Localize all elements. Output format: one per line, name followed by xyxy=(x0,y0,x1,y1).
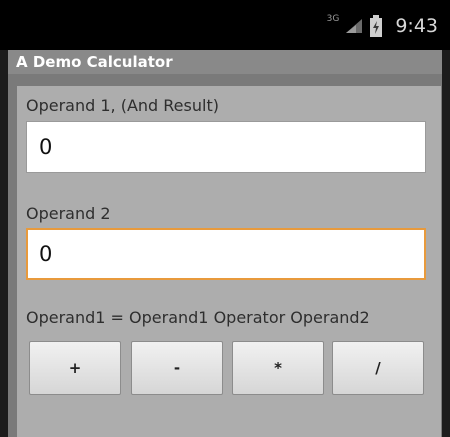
app-window: A Demo Calculator Operand 1, (And Result… xyxy=(0,50,450,437)
divide-button[interactable]: / xyxy=(332,341,424,395)
status-bar: 3G 9:43 xyxy=(0,0,450,50)
network-type-label: 3G xyxy=(326,14,340,24)
operand1-input[interactable]: 0 xyxy=(26,121,426,173)
battery-icon xyxy=(370,15,383,37)
operand2-input[interactable]: 0 xyxy=(26,228,426,280)
calculator-panel: Operand 1, (And Result) 0 Operand 2 0 Op… xyxy=(17,86,441,437)
app-title-bar: A Demo Calculator xyxy=(8,50,442,74)
status-icons: 3G 9:43 xyxy=(327,14,438,38)
operand2-label: Operand 2 xyxy=(26,204,111,223)
content-area: Operand 1, (And Result) 0 Operand 2 0 Op… xyxy=(8,74,442,437)
status-time: 9:43 xyxy=(395,15,438,37)
formula-label: Operand1 = Operand1 Operator Operand2 xyxy=(26,308,370,327)
subtract-button[interactable]: - xyxy=(131,341,223,395)
multiply-button[interactable]: * xyxy=(232,341,324,395)
operand1-label: Operand 1, (And Result) xyxy=(26,96,219,115)
signal-icon xyxy=(346,19,363,33)
add-button[interactable]: + xyxy=(29,341,121,395)
